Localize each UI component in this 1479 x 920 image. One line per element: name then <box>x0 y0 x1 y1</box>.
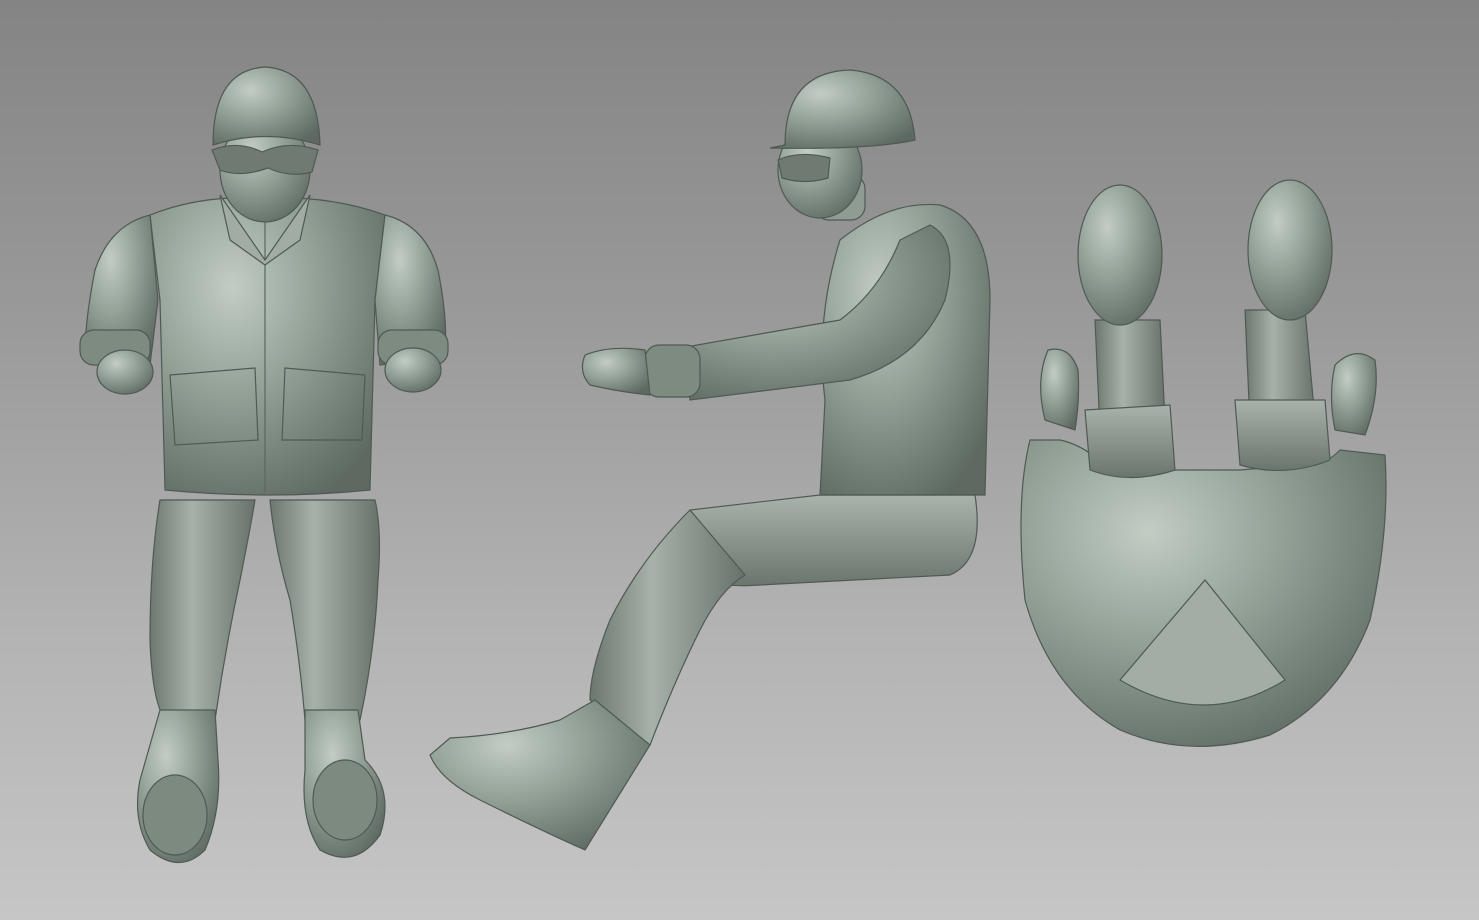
side-helmet <box>769 69 916 149</box>
sculpt-render <box>79 66 1387 863</box>
left-sole <box>142 774 208 856</box>
right-sole <box>312 759 378 841</box>
left-leg <box>149 499 256 721</box>
front-view <box>79 66 449 863</box>
top-left-hand <box>1040 348 1080 431</box>
top-right-hand <box>1330 353 1377 436</box>
left-fist <box>96 349 154 395</box>
render-viewport <box>0 0 1479 920</box>
top-down-view <box>1020 179 1387 747</box>
side-goggles <box>777 153 831 183</box>
side-view <box>429 69 991 851</box>
helmet <box>212 66 321 146</box>
top-left-trouser <box>1084 404 1176 479</box>
top-right-trouser <box>1234 399 1331 472</box>
side-cuff <box>644 344 701 398</box>
side-boot <box>429 699 651 851</box>
right-fist <box>384 347 442 393</box>
right-leg <box>269 499 381 721</box>
top-left-sole <box>1077 184 1163 326</box>
top-right-sole <box>1247 179 1333 321</box>
jacket-torso <box>149 197 386 496</box>
side-hand <box>581 347 651 396</box>
